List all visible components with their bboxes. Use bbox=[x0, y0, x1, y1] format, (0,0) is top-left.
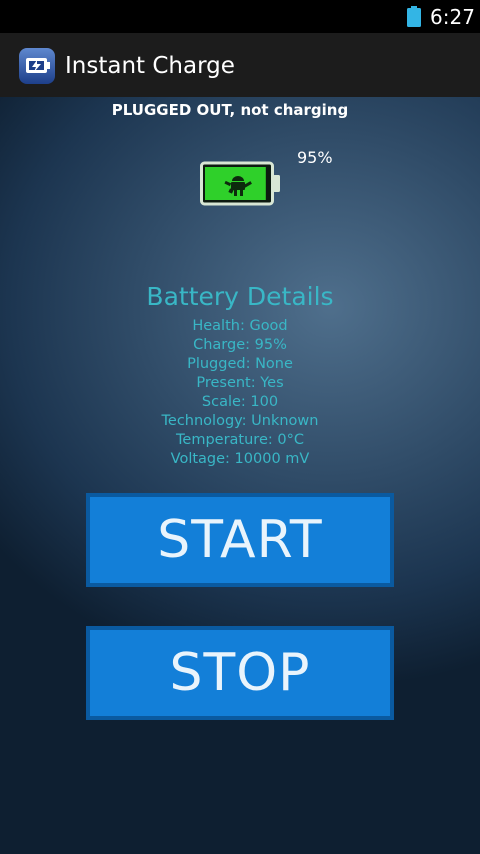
detail-voltage: Voltage: 10000 mV bbox=[170, 451, 310, 467]
start-button-label: START bbox=[157, 510, 323, 570]
battery-details-title: Battery Details bbox=[146, 282, 334, 311]
detail-health: Health: Good bbox=[192, 318, 288, 334]
charge-status-text: PLUGGED OUT, not charging bbox=[111, 101, 349, 119]
detail-scale: Scale: 100 bbox=[201, 394, 279, 410]
main-content: PLUGGED OUT, not charging 95% Battery De… bbox=[0, 97, 480, 854]
detail-temperature: Temperature: 0°C bbox=[176, 432, 304, 448]
battery-details-list: Health: Good Charge: 95% Plugged: None P… bbox=[0, 317, 480, 469]
app-title: Instant Charge bbox=[65, 53, 235, 79]
start-button[interactable]: START bbox=[86, 493, 394, 587]
stop-button-label: STOP bbox=[169, 643, 311, 703]
battery-percent: 95% bbox=[297, 148, 333, 167]
detail-technology: Technology: Unknown bbox=[161, 413, 319, 429]
battery-android-icon bbox=[200, 161, 280, 206]
detail-charge: Charge: 95% bbox=[193, 337, 287, 353]
battery-full-icon bbox=[407, 6, 421, 27]
stop-button[interactable]: STOP bbox=[86, 626, 394, 720]
app-logo-icon[interactable] bbox=[18, 47, 56, 85]
status-bar: 6:27 bbox=[0, 0, 480, 33]
action-bar: Instant Charge bbox=[0, 33, 480, 97]
status-time: 6:27 bbox=[430, 5, 475, 29]
detail-present: Present: Yes bbox=[196, 375, 284, 391]
battery-details: Battery Details Health: Good Charge: 95%… bbox=[0, 281, 480, 469]
detail-plugged: Plugged: None bbox=[187, 356, 293, 372]
